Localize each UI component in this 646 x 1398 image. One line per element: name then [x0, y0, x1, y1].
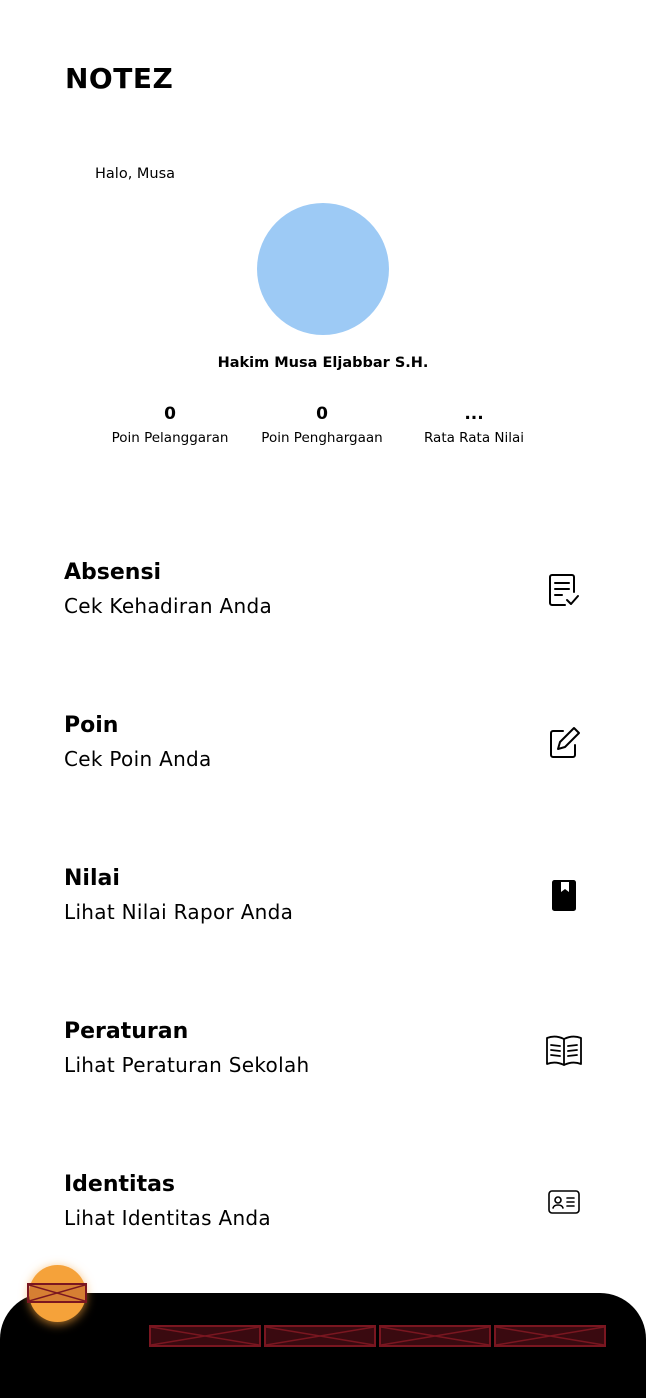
menu-item-identitas[interactable]: Identitas Lihat Identitas Anda [0, 1172, 646, 1262]
stat-label: Poin Pelanggaran [111, 430, 229, 446]
floating-action-button[interactable] [27, 1265, 87, 1322]
broken-image-icon [496, 1327, 604, 1345]
greeting-text: Halo, Musa [95, 166, 176, 182]
nav-item-2[interactable] [264, 1325, 376, 1347]
menu-item-title: Nilai [64, 866, 120, 891]
broken-image-icon [27, 1283, 87, 1303]
stat-poin-penghargaan: 0 Poin Penghargaan [237, 402, 407, 446]
menu-item-title: Peraturan [64, 1019, 189, 1044]
menu-item-subtitle: Cek Poin Anda [64, 747, 212, 771]
broken-image-icon [381, 1327, 489, 1345]
menu-item-nilai[interactable]: Nilai Lihat Nilai Rapor Anda [0, 866, 646, 956]
stat-label: Rata Rata Nilai [423, 430, 525, 446]
checklist-icon [544, 570, 584, 610]
menu-item-subtitle: Lihat Nilai Rapor Anda [64, 900, 294, 924]
menu-item-subtitle: Lihat Peraturan Sekolah [64, 1053, 310, 1077]
stat-value: 0 [164, 404, 176, 424]
open-book-icon [544, 1029, 584, 1069]
menu-item-title: Identitas [64, 1172, 176, 1197]
stat-label: Poin Penghargaan [261, 430, 383, 446]
avatar[interactable] [257, 203, 389, 335]
nav-item-3[interactable] [379, 1325, 491, 1347]
broken-image-icon [266, 1327, 374, 1345]
menu-item-title: Poin [64, 713, 119, 738]
nav-item-4[interactable] [494, 1325, 606, 1347]
menu-item-absensi[interactable]: Absensi Cek Kehadiran Anda [0, 560, 646, 650]
user-name: Hakim Musa Eljabbar S.H. [217, 355, 429, 371]
stat-poin-pelanggaran: 0 Poin Pelanggaran [85, 402, 255, 446]
menu-item-peraturan[interactable]: Peraturan Lihat Peraturan Sekolah [0, 1019, 646, 1109]
menu-item-title: Absensi [64, 560, 162, 585]
broken-image-icon [151, 1327, 259, 1345]
stat-value: 0 [316, 404, 328, 424]
stat-value: ... [464, 404, 484, 424]
edit-icon [544, 723, 584, 763]
menu-item-subtitle: Cek Kehadiran Anda [64, 594, 273, 618]
book-icon [544, 876, 584, 916]
stat-rata-rata-nilai: ... Rata Rata Nilai [389, 402, 559, 446]
nav-item-1[interactable] [149, 1325, 261, 1347]
menu-item-subtitle: Lihat Identitas Anda [64, 1206, 271, 1230]
bottom-navigation-bar [0, 1293, 646, 1398]
id-card-icon [544, 1182, 584, 1222]
app-title: NOTEZ [65, 62, 174, 95]
menu-item-poin[interactable]: Poin Cek Poin Anda [0, 713, 646, 803]
